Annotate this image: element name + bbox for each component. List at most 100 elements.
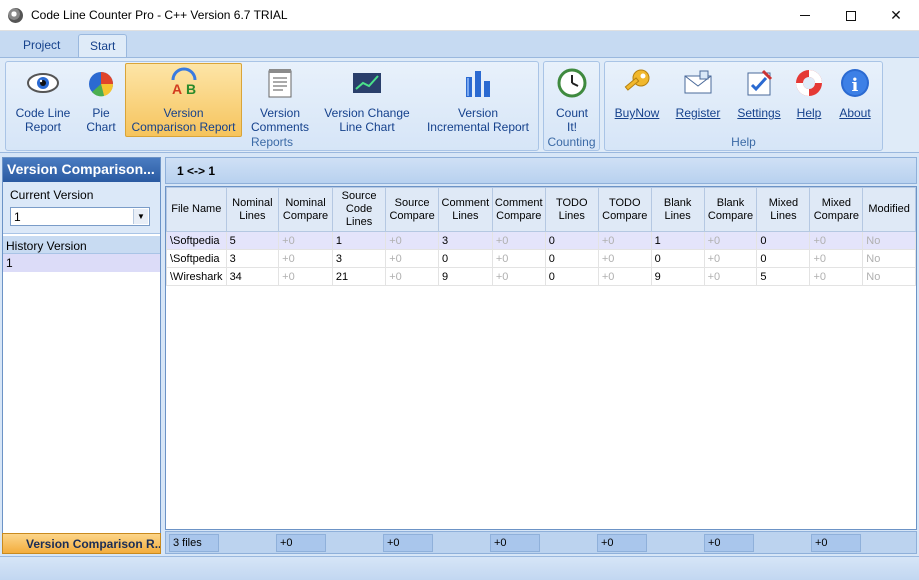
lifebuoy-icon xyxy=(792,66,826,100)
clock-icon xyxy=(555,66,589,100)
table-cell: 1 xyxy=(650,231,705,250)
column-header[interactable]: File Name xyxy=(166,187,227,232)
settings-icon xyxy=(742,66,776,100)
table-cell: +0 xyxy=(809,249,864,268)
table-cell: +0 xyxy=(703,231,758,250)
title-bar: Code Line Counter Pro - C++ Version 6.7 … xyxy=(0,0,919,31)
count-it-button[interactable]: Count It! xyxy=(546,64,598,136)
status-bar xyxy=(0,556,919,580)
close-icon: ✕ xyxy=(890,7,902,23)
version-comparison-report-button[interactable]: AB Version Comparison Report xyxy=(125,63,242,137)
table-cell: 3 xyxy=(225,249,280,268)
info-icon: i xyxy=(838,66,872,100)
table-header-row: File Name Nominal Lines Nominal Compare Sou… xyxy=(166,187,916,232)
table-row[interactable]: \Wireshark 34 +0 21 +0 9 +0 0 +0 9 +0 5 +0 No xyxy=(166,267,916,286)
table-cell: 5 xyxy=(756,267,811,286)
help-group: BuyNow Register Settings Help i About He… xyxy=(604,61,883,151)
tab-project[interactable]: Project xyxy=(12,34,71,57)
total-mixed-compare: +0 xyxy=(811,534,861,552)
maximize-button[interactable] xyxy=(828,0,874,31)
column-header[interactable]: Nominal Compare xyxy=(278,187,333,232)
ab-compare-icon: AB xyxy=(167,66,201,100)
notepad-icon xyxy=(263,66,297,100)
column-header[interactable]: Comment Compare xyxy=(491,187,546,232)
version-panel: Version Comparison... Current Version 1 … xyxy=(2,157,161,553)
close-button[interactable]: ✕ xyxy=(873,0,919,31)
table-cell: +0 xyxy=(703,267,758,286)
version-comparison-footer-tab[interactable]: Version Comparison R... xyxy=(2,533,161,554)
table-cell: +0 xyxy=(809,231,864,250)
table-cell: +0 xyxy=(385,249,439,268)
column-header[interactable]: Source Compare xyxy=(385,187,439,232)
table-cell: 3 xyxy=(437,231,493,250)
table-cell: 1 xyxy=(331,231,387,250)
table-cell: +0 xyxy=(278,249,333,268)
column-header[interactable]: Blank Lines xyxy=(650,187,705,232)
table-cell: 3 xyxy=(331,249,387,268)
total-comment-compare: +0 xyxy=(490,534,540,552)
current-version-label: Current Version xyxy=(10,188,94,202)
current-version-section: Current Version 1 ▼ xyxy=(3,182,160,234)
key-icon xyxy=(620,66,654,100)
table-cell: +0 xyxy=(597,267,652,286)
table-cell: 0 xyxy=(650,249,705,268)
bar-chart-icon xyxy=(461,66,495,100)
version-change-line-chart-button[interactable]: Version Change Line Chart xyxy=(318,64,416,136)
total-nominal-compare: +0 xyxy=(276,534,326,552)
column-header[interactable]: TODO Compare xyxy=(597,187,652,232)
table-cell: 34 xyxy=(225,267,280,286)
minimize-button[interactable] xyxy=(782,0,828,31)
table-cell: No xyxy=(862,267,916,286)
total-todo-compare: +0 xyxy=(597,534,647,552)
ribbon: Code Line Report Pie Chart AB Version Co… xyxy=(0,57,919,153)
column-header[interactable]: Mixed Compare xyxy=(809,187,864,232)
help-button[interactable]: Help xyxy=(791,64,827,136)
table-row[interactable]: \Softpedia 5 +0 1 +0 3 +0 0 +0 1 +0 0 +0 No xyxy=(166,231,916,250)
version-comments-button[interactable]: Version Comments xyxy=(246,64,314,136)
table-cell: 0 xyxy=(544,249,599,268)
table-cell: 5 xyxy=(225,231,280,250)
about-button[interactable]: i About xyxy=(831,64,879,136)
data-grid: File Name Nominal Lines Nominal Compare Sou… xyxy=(166,187,916,286)
version-incremental-report-button[interactable]: Version Incremental Report xyxy=(420,64,536,136)
history-version-item[interactable]: 1 xyxy=(3,254,160,272)
table-cell: No xyxy=(862,249,916,268)
column-header[interactable]: Source Code Lines xyxy=(331,187,387,232)
table-cell: 9 xyxy=(650,267,705,286)
total-source-compare: +0 xyxy=(383,534,433,552)
column-header[interactable]: Blank Compare xyxy=(703,187,758,232)
dropdown-arrow-icon[interactable]: ▼ xyxy=(133,209,148,224)
line-chart-icon xyxy=(350,66,384,100)
table-cell: 21 xyxy=(331,267,387,286)
column-header[interactable]: Modified xyxy=(862,187,916,232)
table-row[interactable]: \Softpedia 3 +0 3 +0 0 +0 0 +0 0 +0 0 +0 No xyxy=(166,249,916,268)
eye-icon xyxy=(26,66,60,100)
table-footer: 3 files +0 +0 +0 +0 +0 +0 xyxy=(165,531,917,554)
table-cell: 0 xyxy=(756,231,811,250)
table-cell: +0 xyxy=(703,249,758,268)
pie-chart-icon xyxy=(84,66,118,100)
column-header[interactable]: Comment Lines xyxy=(437,187,493,232)
svg-text:A: A xyxy=(172,81,182,97)
column-header[interactable]: Nominal Lines xyxy=(225,187,280,232)
table-cell: \Wireshark xyxy=(166,267,227,286)
counting-group-label: Counting xyxy=(547,135,596,149)
table-cell: +0 xyxy=(278,267,333,286)
register-button[interactable]: Register xyxy=(670,64,726,136)
table-cell: +0 xyxy=(491,249,546,268)
code-line-report-button[interactable]: Code Line Report xyxy=(10,64,76,136)
table-cell: \Softpedia xyxy=(166,231,227,250)
tab-start[interactable]: Start xyxy=(78,34,128,57)
maximize-icon xyxy=(846,10,856,21)
reports-group-label: Reports xyxy=(250,135,294,149)
table-cell: 0 xyxy=(756,249,811,268)
settings-button[interactable]: Settings xyxy=(731,64,787,136)
column-header[interactable]: Mixed Lines xyxy=(756,187,811,232)
buy-now-button[interactable]: BuyNow xyxy=(609,64,665,136)
current-version-select[interactable]: 1 ▼ xyxy=(10,207,150,226)
column-header[interactable]: TODO Lines xyxy=(544,187,599,232)
table-cell: +0 xyxy=(491,267,546,286)
panel-title: Version Comparison... xyxy=(3,158,160,182)
total-blank-compare: +0 xyxy=(704,534,754,552)
pie-chart-button[interactable]: Pie Chart xyxy=(78,64,124,136)
